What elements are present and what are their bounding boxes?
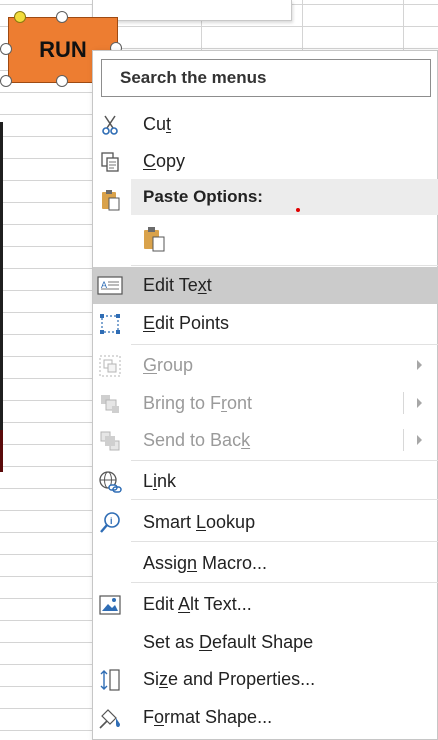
menu-item-format-shape[interactable]: Format Shape... [93,699,438,736]
edit-points-icon [97,311,123,337]
menu-item-edit-text[interactable]: A Edit Text [93,267,438,304]
format-shape-icon [97,705,123,731]
menu-item-smart-lookup[interactable]: i Smart Lookup [93,504,438,541]
alt-text-icon [97,592,123,618]
column-edge-dark [0,122,3,472]
menu-item-set-default-shape[interactable]: Set as Default Shape [93,624,438,661]
search-menus-input[interactable]: Search the menus [101,59,431,97]
bring-to-front-icon [97,391,123,417]
menu-separator [131,265,438,266]
copy-icon [97,149,123,175]
edit-text-icon: A [97,273,123,299]
menu-item-link[interactable]: Link [93,463,438,500]
previous-menu-remnant [92,0,292,21]
resize-handle-bottom[interactable] [56,75,68,87]
submenu-arrow-icon [417,398,422,408]
menu-item-copy[interactable]: Copy [93,143,438,180]
paste-icon [97,187,123,213]
menu-item-cut[interactable]: Cut [93,106,438,143]
resize-handle-top[interactable] [56,11,68,23]
cursor-marker [296,208,300,212]
smart-lookup-icon: i [97,510,123,536]
menu-separator [131,582,438,583]
svg-text:i: i [110,516,113,526]
menu-separator [131,499,438,500]
menu-item-edit-points[interactable]: Edit Points [93,305,438,342]
resize-handle-bottom-left[interactable] [0,75,12,87]
size-properties-icon [97,667,123,693]
paste-options-icon-cell [93,181,131,218]
paste-options-header: Paste Options: [131,179,438,215]
menu-item-bring-to-front: Bring to Front [93,385,438,422]
submenu-arrow-icon [417,435,422,445]
column-edge-red [0,430,3,472]
resize-handle-left[interactable] [0,43,12,55]
send-to-back-icon [97,428,123,454]
group-icon [97,353,123,379]
menu-item-edit-alt-text[interactable]: Edit Alt Text... [93,586,438,623]
shape-label: RUN [39,37,87,62]
menu-separator [131,541,438,542]
context-menu: Search the menus Cut Copy Paste Options:… [92,50,438,740]
rotation-handle[interactable] [14,11,26,23]
menu-separator [131,344,438,345]
menu-item-group: Group [93,347,438,384]
link-icon [97,469,123,495]
submenu-arrow-icon [417,360,422,370]
paste-keep-formatting-button[interactable] [131,221,191,258]
menu-item-assign-macro[interactable]: Assign Macro... [93,545,438,582]
menu-separator [131,460,438,461]
menu-item-size-and-properties[interactable]: Size and Properties... [93,661,438,698]
menu-item-send-to-back: Send to Back [93,422,438,459]
paste-icon [141,227,167,253]
search-menus-placeholder: Search the menus [120,68,267,87]
scissors-icon [97,112,123,138]
